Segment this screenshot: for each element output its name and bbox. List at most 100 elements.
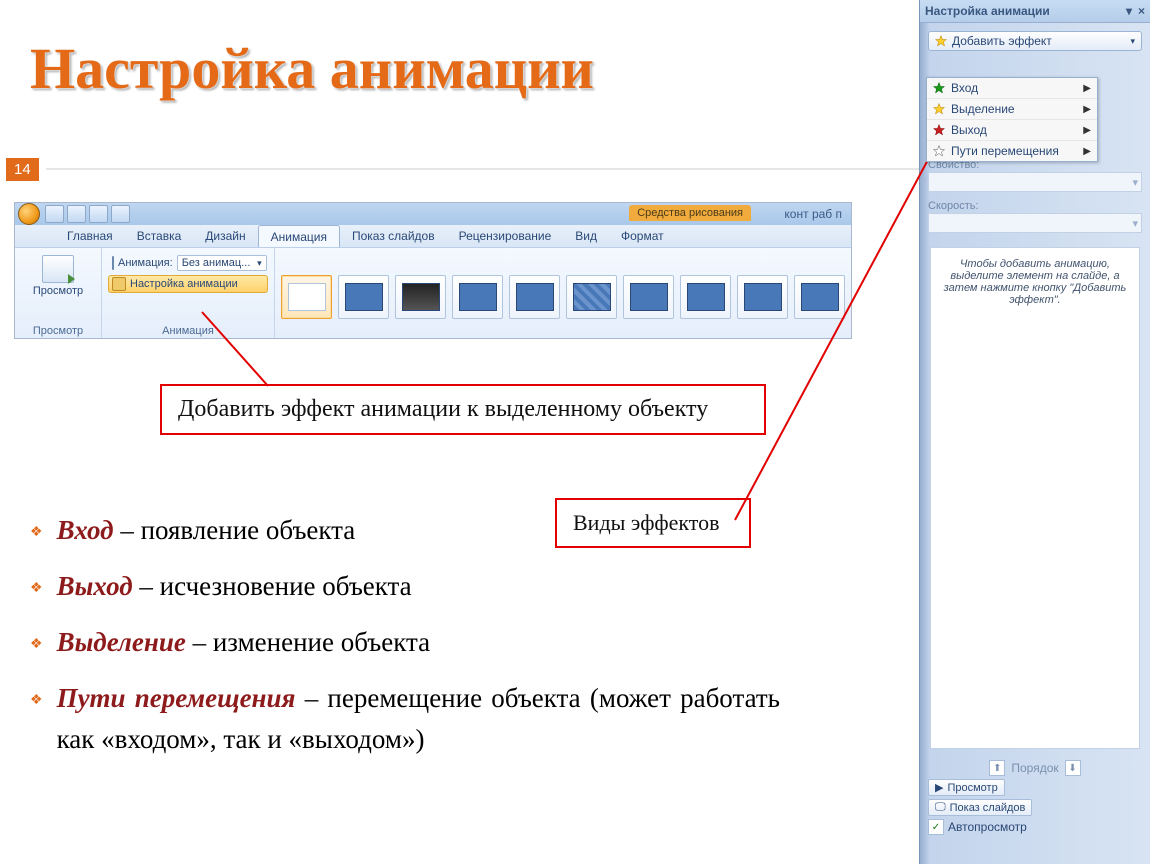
chevron-right-icon: ▶: [1083, 125, 1091, 136]
animation-dropdown-row[interactable]: Анимация: Без анимац...▾: [108, 253, 268, 273]
order-down-icon[interactable]: ⬇: [1065, 760, 1081, 776]
qat-save-icon[interactable]: [45, 205, 64, 223]
autopreview-label: Автопросмотр: [948, 820, 1027, 834]
tab-slideshow[interactable]: Показ слайдов: [340, 225, 447, 247]
animation-label: Анимация:: [118, 257, 173, 269]
menu-label: Вход: [951, 81, 978, 95]
animation-pane: Настройка анимации ▾ × Добавить эффект ▾…: [919, 0, 1150, 864]
transition-none-icon[interactable]: [281, 275, 332, 319]
transition-item-icon[interactable]: [452, 275, 503, 319]
pane-dropdown-icon[interactable]: ▾: [1126, 4, 1132, 18]
office-button-icon[interactable]: [18, 203, 40, 225]
custom-animation-label: Настройка анимации: [130, 278, 238, 290]
tab-insert[interactable]: Вставка: [125, 225, 194, 247]
transition-gallery[interactable]: [275, 248, 851, 338]
pane-title: Настройка анимации: [925, 4, 1050, 18]
contextual-tab: Средства рисования: [629, 205, 751, 221]
bullet-icon: ❖: [30, 578, 43, 600]
menu-item-motion-paths[interactable]: Пути перемещения ▶: [927, 141, 1097, 161]
term: Пути перемещения: [57, 683, 296, 713]
transition-item-icon[interactable]: [395, 275, 446, 319]
group-preview-label: Просмотр: [21, 325, 95, 337]
definition: – изменение объекта: [186, 627, 430, 657]
custom-animation-button[interactable]: Настройка анимации: [108, 275, 268, 293]
star-green-icon: [933, 82, 945, 94]
property-dropdown[interactable]: ▾: [928, 172, 1142, 192]
tab-design[interactable]: Дизайн: [193, 225, 257, 247]
animate-icon: [112, 256, 114, 270]
star-yellow-icon: [933, 103, 945, 115]
ribbon-screenshot: Средства рисования конт раб п Главная Вс…: [14, 202, 852, 339]
transition-item-icon[interactable]: [680, 275, 731, 319]
property-field: Свойство: ▾: [928, 159, 1142, 192]
order-up-icon[interactable]: ⬆: [989, 760, 1005, 776]
menu-label: Пути перемещения: [951, 144, 1059, 158]
tab-home[interactable]: Главная: [55, 225, 125, 247]
tab-view[interactable]: Вид: [563, 225, 609, 247]
transition-item-icon[interactable]: [566, 275, 617, 319]
definition: – исчезновение объекта: [133, 571, 412, 601]
menu-label: Выделение: [951, 102, 1015, 116]
group-preview: Просмотр Просмотр: [15, 248, 102, 338]
transition-item-icon[interactable]: [509, 275, 560, 319]
qat-redo-icon[interactable]: [89, 205, 108, 223]
transition-item-icon[interactable]: [794, 275, 845, 319]
autopreview-checkbox[interactable]: ✓: [928, 819, 944, 835]
qat-undo-icon[interactable]: [67, 205, 86, 223]
speed-dropdown[interactable]: ▾: [928, 213, 1142, 233]
qat-item-icon[interactable]: [111, 205, 130, 223]
definition: – появление объекта: [114, 515, 356, 545]
group-animation: Анимация: Без анимац...▾ Настройка анима…: [102, 248, 275, 338]
speed-field: Скорость: ▾: [928, 200, 1142, 233]
group-animation-label: Анимация: [108, 325, 268, 337]
preview-button[interactable]: Просмотр: [21, 285, 95, 297]
gear-star-icon: [112, 277, 126, 291]
pane-hint: Чтобы добавить анимацию, выделите элемен…: [930, 247, 1140, 749]
chevron-right-icon: ▶: [1083, 146, 1091, 157]
list-item: ❖ Выход – исчезновение объекта: [30, 566, 780, 608]
star-red-icon: [933, 124, 945, 136]
add-effect-label: Добавить эффект: [952, 34, 1052, 48]
tab-review[interactable]: Рецензирование: [447, 225, 564, 247]
menu-item-emphasis[interactable]: Выделение ▶: [927, 99, 1097, 120]
transition-item-icon[interactable]: [737, 275, 788, 319]
chevron-right-icon: ▶: [1083, 104, 1091, 115]
pane-header: Настройка анимации ▾ ×: [920, 0, 1150, 23]
menu-item-exit[interactable]: Выход ▶: [927, 120, 1097, 141]
tab-format[interactable]: Формат: [609, 225, 676, 247]
animation-dropdown[interactable]: Без анимац...▾: [177, 255, 267, 271]
tab-animation[interactable]: Анимация: [258, 225, 340, 247]
monitor-icon: 🖵: [935, 801, 946, 814]
preview-icon[interactable]: [42, 255, 74, 283]
page-number: 14: [6, 158, 39, 181]
list-item: ❖ Пути перемещения – перемещение объекта…: [30, 678, 780, 762]
menu-item-entrance[interactable]: Вход ▶: [927, 78, 1097, 99]
star-outline-icon: [933, 145, 945, 157]
term: Выделение: [57, 627, 186, 657]
divider: [46, 168, 956, 170]
ribbon-body: Просмотр Просмотр Анимация: Без анимац..…: [15, 247, 851, 338]
pane-close-icon[interactable]: ×: [1138, 4, 1145, 18]
slide-title: Настройка анимации: [30, 35, 594, 102]
slideshow-button[interactable]: 🖵Показ слайдов: [928, 799, 1032, 816]
list-item: ❖ Выделение – изменение объекта: [30, 622, 780, 664]
star-icon: [935, 35, 947, 47]
add-effect-button[interactable]: Добавить эффект ▾: [928, 31, 1142, 51]
bullet-icon: ❖: [30, 690, 43, 712]
chevron-down-icon: ▾: [1130, 36, 1135, 47]
play-icon: ▶: [935, 781, 943, 794]
term: Выход: [57, 571, 133, 601]
order-label: Порядок: [1011, 761, 1058, 775]
transition-item-icon[interactable]: [623, 275, 674, 319]
term: Вход: [57, 515, 114, 545]
menu-label: Выход: [951, 123, 987, 137]
pane-footer: ⬆ Порядок ⬇ ▶Просмотр 🖵Показ слайдов ✓ А…: [920, 753, 1150, 842]
transition-item-icon[interactable]: [338, 275, 389, 319]
ribbon-tabs: Главная Вставка Дизайн Анимация Показ сл…: [15, 225, 851, 247]
play-button[interactable]: ▶Просмотр: [928, 779, 1005, 796]
chevron-right-icon: ▶: [1083, 83, 1091, 94]
bullet-icon: ❖: [30, 634, 43, 656]
list-item: ❖ Вход – появление объекта: [30, 510, 780, 552]
bullet-list: ❖ Вход – появление объекта ❖ Выход – исч…: [30, 510, 780, 775]
speed-label: Скорость:: [928, 200, 1142, 212]
